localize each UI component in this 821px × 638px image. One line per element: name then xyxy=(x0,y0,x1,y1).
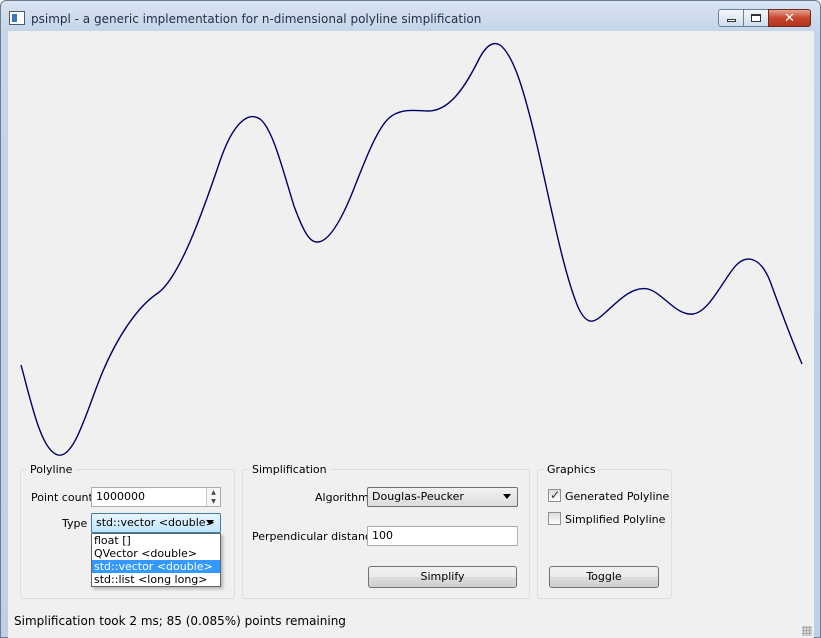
distance-label: Perpendicular distance xyxy=(252,530,378,543)
close-button[interactable]: ✕ xyxy=(768,9,811,27)
point-count-value: 1000000 xyxy=(96,490,145,503)
simplification-group-title: Simplification xyxy=(249,463,330,476)
type-combobox[interactable]: std::vector <double> xyxy=(91,513,221,533)
generated-polyline-label[interactable]: Generated Polyline xyxy=(565,490,669,503)
type-dropdown-list: float [] QVector <double> std::vector <d… xyxy=(91,533,221,587)
type-option-std-list[interactable]: std::list <long long> xyxy=(92,573,220,586)
distance-input[interactable]: 100 xyxy=(367,526,518,546)
checkmark-icon: ✓ xyxy=(550,488,561,502)
polyline-group-title: Polyline xyxy=(27,463,76,476)
algorithm-combobox[interactable]: Douglas-Peucker xyxy=(367,487,518,507)
simplified-polyline-checkbox[interactable] xyxy=(548,512,561,525)
type-label: Type xyxy=(62,517,88,530)
chevron-down-icon xyxy=(206,520,214,525)
type-option-float-array[interactable]: float [] xyxy=(92,534,220,547)
minimize-button[interactable] xyxy=(718,9,744,27)
generated-polyline xyxy=(20,42,803,456)
chevron-down-icon xyxy=(503,494,511,499)
minimize-icon xyxy=(726,19,736,22)
main-window: psimpl - a generic implementation for n-… xyxy=(0,0,821,638)
spin-up-icon[interactable]: ▲ xyxy=(207,488,220,497)
resize-grip-icon[interactable] xyxy=(802,626,812,636)
algorithm-value: Douglas-Peucker xyxy=(372,490,464,503)
toggle-button[interactable]: Toggle xyxy=(549,566,659,588)
caption-buttons: ✕ xyxy=(718,9,811,27)
algorithm-label: Algorithm xyxy=(315,491,369,504)
type-option-std-vector[interactable]: std::vector <double> xyxy=(92,560,220,573)
polyline-svg xyxy=(20,42,803,456)
title-bar[interactable]: psimpl - a generic implementation for n-… xyxy=(1,1,820,31)
status-bar: Simplification took 2 ms; 85 (0.085%) po… xyxy=(8,609,814,638)
maximize-icon xyxy=(751,14,761,22)
point-count-label: Point count xyxy=(31,491,93,504)
generated-polyline-checkbox[interactable]: ✓ xyxy=(548,488,561,502)
simplify-button[interactable]: Simplify xyxy=(368,566,517,588)
simplified-polyline-label[interactable]: Simplified Polyline xyxy=(565,513,665,526)
app-icon[interactable] xyxy=(9,11,25,25)
point-count-spinbox[interactable]: 1000000 ▲ ▼ xyxy=(91,487,221,507)
type-option-qvector[interactable]: QVector <double> xyxy=(92,547,220,560)
distance-value: 100 xyxy=(372,529,393,542)
window-title: psimpl - a generic implementation for n-… xyxy=(31,12,482,26)
graphics-group-title: Graphics xyxy=(544,463,599,476)
type-value: std::vector <double> xyxy=(96,516,215,529)
maximize-button[interactable] xyxy=(743,9,769,27)
client-area: Polyline Point count 1000000 ▲ ▼ Type st… xyxy=(8,31,814,638)
polyline-canvas xyxy=(8,31,814,461)
spin-down-icon[interactable]: ▼ xyxy=(207,497,220,506)
spinbox-buttons: ▲ ▼ xyxy=(206,488,220,506)
status-text: Simplification took 2 ms; 85 (0.085%) po… xyxy=(14,614,346,628)
close-icon: ✕ xyxy=(784,10,795,26)
